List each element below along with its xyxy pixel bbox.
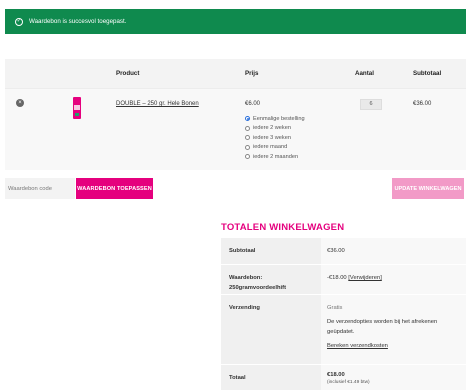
- option-once[interactable]: Eenmalige bestelling: [245, 114, 305, 124]
- header-quantity: Aantal: [355, 70, 374, 77]
- notice-message: Waardebon is succesvol toegepast.: [29, 18, 127, 25]
- radio-icon[interactable]: [245, 125, 250, 131]
- header-subtotal: Subtotaal: [413, 70, 442, 77]
- update-cart-button[interactable]: UPDATE WINKELWAGEN: [392, 178, 464, 199]
- total-label: Totaal: [221, 365, 321, 390]
- cart-totals-title: TOTALEN WINKELWAGEN: [221, 222, 345, 233]
- remove-item-button[interactable]: ×: [16, 99, 24, 107]
- coupon-label: Waardebon: 250gramvoordeelhift: [221, 265, 321, 294]
- cart-table: Product Prijs Aantal Subtotaal × DOUBLE …: [5, 59, 466, 170]
- coupon-code-input[interactable]: Waardebon code: [5, 178, 75, 199]
- totals-total-row: Totaal €18.00 (inclusief €1.49 btw): [221, 365, 466, 391]
- check-circle-icon: ✓: [15, 17, 23, 26]
- remove-coupon-link[interactable]: [Verwijderen]: [348, 275, 382, 281]
- item-subtotal: €36.00: [413, 101, 432, 107]
- cart-item-row: × DOUBLE – 250 gr. Hele Bonen €6.00 Eenm…: [5, 88, 466, 170]
- cart-table-header: Product Prijs Aantal Subtotaal: [5, 59, 466, 88]
- apply-coupon-button[interactable]: WAARDEBON TOEPASSEN: [76, 178, 153, 199]
- radio-icon[interactable]: [245, 154, 250, 160]
- success-notice: ✓ Waardebon is succesvol toegepast.: [5, 9, 466, 34]
- subtotal-value: €36.00: [321, 238, 466, 264]
- shipping-value: Gratis De verzendopties worden bij het a…: [321, 295, 466, 364]
- calculate-shipping-link[interactable]: Bereken verzendkosten: [327, 342, 466, 352]
- totals-coupon-row: Waardebon: 250gramvoordeelhift -€18.00 […: [221, 265, 466, 295]
- product-price: €6.00: [245, 101, 261, 107]
- product-thumbnail[interactable]: [71, 97, 83, 119]
- coupon-value: -€18.00 [Verwijderen]: [321, 265, 466, 294]
- radio-icon[interactable]: [245, 135, 250, 141]
- totals-shipping-row: Verzending Gratis De verzendopties worde…: [221, 295, 466, 365]
- option-monthly[interactable]: iedere maand: [245, 143, 305, 153]
- header-price: Prijs: [245, 70, 259, 77]
- option-2-weeks[interactable]: iedere 2 weken: [245, 124, 305, 134]
- totals-subtotal-row: Subtotaal €36.00: [221, 238, 466, 265]
- radio-icon[interactable]: [245, 144, 250, 150]
- product-link[interactable]: DOUBLE – 250 gr. Hele Bonen: [116, 101, 199, 107]
- cart-totals-table: Subtotaal €36.00 Waardebon: 250gramvoord…: [221, 238, 466, 391]
- option-2-months[interactable]: iedere 2 maanden: [245, 152, 305, 162]
- shipping-label: Verzending: [221, 295, 321, 364]
- subscription-options: Eenmalige bestelling iedere 2 weken iede…: [245, 114, 305, 162]
- subtotal-label: Subtotaal: [221, 238, 321, 264]
- option-3-weeks[interactable]: iedere 3 weken: [245, 133, 305, 143]
- quantity-input[interactable]: 6: [360, 99, 382, 110]
- header-product: Product: [116, 70, 140, 77]
- total-value: €18.00 (inclusief €1.49 btw): [321, 365, 466, 390]
- radio-selected-icon[interactable]: [245, 116, 250, 122]
